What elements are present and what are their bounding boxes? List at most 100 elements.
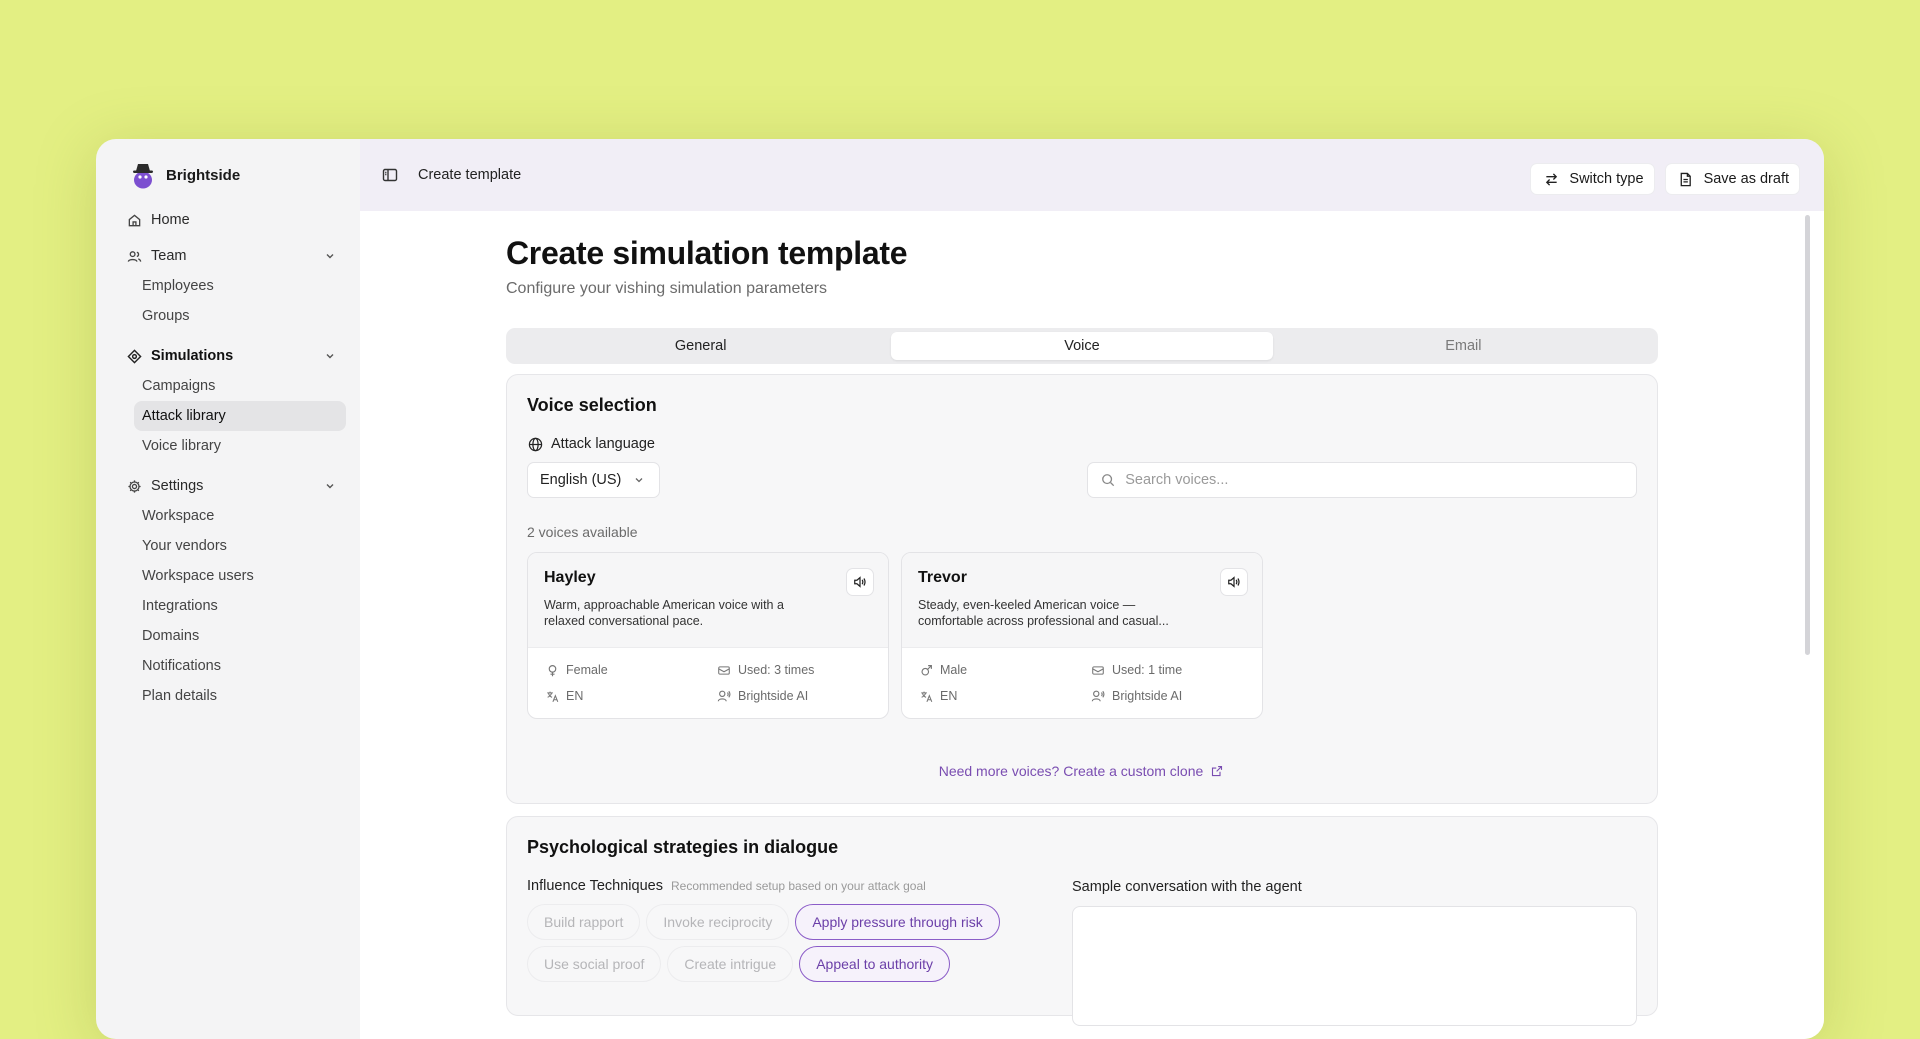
strategies-title: Psychological strategies in dialogue <box>527 837 839 857</box>
sidebar-item-groups[interactable]: Groups <box>134 301 346 331</box>
app-window: Brightside Home Team Employees Groups Si… <box>96 139 1824 1039</box>
sidebar: Brightside Home Team Employees Groups Si… <box>96 139 360 1039</box>
attack-language-label: Attack language <box>527 436 1637 452</box>
breadcrumb: Create template <box>418 167 522 183</box>
sidebar-item-notifications[interactable]: Notifications <box>134 651 346 681</box>
voice-language: EN <box>918 688 1090 704</box>
top-bar: Create template Switch type Save as draf… <box>360 139 1824 211</box>
page-title: Create simulation template <box>506 235 908 271</box>
chevron-down-icon[interactable] <box>324 350 336 366</box>
sidebar-item-integrations[interactable]: Integrations <box>134 591 346 621</box>
user-voice-icon <box>716 688 732 704</box>
switch-type-label: Switch type <box>1569 171 1644 187</box>
voice-usage: Used: 3 times <box>716 662 872 678</box>
voice-description: Steady, even-keeled American voice — com… <box>918 598 1169 628</box>
swap-arrows-icon <box>1543 171 1559 187</box>
play-sample-button[interactable] <box>1220 568 1248 596</box>
chip-apply-pressure[interactable]: Apply pressure through risk <box>795 904 1000 940</box>
voice-gender: Male <box>918 662 1090 678</box>
page-subtitle: Configure your vishing simulation parame… <box>506 280 828 297</box>
sidebar-item-your-vendors[interactable]: Your vendors <box>134 531 346 561</box>
voice-usage: Used: 1 time <box>1090 662 1246 678</box>
sidebar-item-workspace-users[interactable]: Workspace users <box>134 561 346 591</box>
voice-selection-card: Voice selection Attack language English … <box>506 374 1658 804</box>
sidebar-toggle-icon[interactable] <box>382 167 398 183</box>
sidebar-item-settings[interactable]: Settings <box>110 471 346 501</box>
save-draft-button[interactable]: Save as draft <box>1664 163 1800 195</box>
sidebar-item-employees[interactable]: Employees <box>134 271 346 301</box>
tab-bar: General Voice Email <box>506 328 1658 364</box>
tab-voice[interactable]: Voice <box>891 332 1273 360</box>
sidebar-item-label: Team <box>151 248 187 264</box>
tab-general[interactable]: General <box>510 332 891 360</box>
user-voice-icon <box>1090 688 1106 704</box>
sidebar-item-campaigns[interactable]: Campaigns <box>134 371 346 401</box>
usage-icon <box>1090 662 1106 678</box>
voice-name: Hayley <box>544 569 596 586</box>
translate-icon <box>918 688 934 704</box>
sidebar-item-simulations[interactable]: Simulations <box>110 341 346 371</box>
sidebar-item-plan-details[interactable]: Plan details <box>134 681 346 711</box>
scrollbar[interactable] <box>1805 215 1810 655</box>
chevron-down-icon[interactable] <box>324 250 336 266</box>
users-icon <box>126 248 142 264</box>
chevron-down-icon <box>631 472 647 488</box>
voice-list: Hayley Warm, approachable American voice… <box>527 552 1637 719</box>
voice-description: Warm, approachable American voice with a… <box>544 598 784 628</box>
chip-build-rapport[interactable]: Build rapport <box>527 904 641 940</box>
voice-search[interactable] <box>1087 462 1637 498</box>
search-icon <box>1100 472 1115 488</box>
brand-logo-icon <box>130 161 156 189</box>
custom-clone-link[interactable]: Need more voices? Create a custom clone <box>527 763 1637 779</box>
save-draft-label: Save as draft <box>1703 171 1789 187</box>
sidebar-item-label: Simulations <box>151 348 234 364</box>
language-select[interactable]: English (US) <box>527 462 661 498</box>
voice-source: Brightside AI <box>716 688 872 704</box>
tab-email[interactable]: Email <box>1273 332 1654 360</box>
sidebar-item-label: Home <box>151 212 190 228</box>
voice-gender: Female <box>544 662 716 678</box>
document-icon <box>1678 171 1694 187</box>
sidebar-item-voice-library[interactable]: Voice library <box>134 431 346 461</box>
sidebar-item-attack-library[interactable]: Attack library <box>134 401 346 431</box>
language-value: English (US) <box>540 472 622 488</box>
sidebar-item-workspace[interactable]: Workspace <box>134 501 346 531</box>
home-icon <box>126 212 142 228</box>
chip-invoke-reciprocity[interactable]: Invoke reciprocity <box>646 904 790 940</box>
female-icon <box>544 662 560 678</box>
chip-social-proof[interactable]: Use social proof <box>527 946 662 982</box>
voice-selection-title: Voice selection <box>527 395 657 415</box>
target-icon <box>126 348 142 364</box>
search-input[interactable] <box>1125 472 1624 488</box>
sidebar-nav: Home Team Employees Groups Simulations C… <box>110 205 346 711</box>
sidebar-item-team[interactable]: Team <box>110 241 346 271</box>
chip-appeal-authority[interactable]: Appeal to authority <box>799 946 950 982</box>
translate-icon <box>544 688 560 704</box>
techniques-hint: Recommended setup based on your attack g… <box>670 879 926 893</box>
technique-chips: Build rapport Invoke reciprocity Apply p… <box>527 904 1047 982</box>
chip-create-intrigue[interactable]: Create intrigue <box>667 946 794 982</box>
brand-name: Brightside <box>166 166 241 184</box>
voice-card-hayley[interactable]: Hayley Warm, approachable American voice… <box>527 552 889 719</box>
switch-type-button[interactable]: Switch type <box>1530 163 1655 195</box>
voice-card-trevor[interactable]: Trevor Steady, even-keeled American voic… <box>901 552 1263 719</box>
voice-name: Trevor <box>918 569 967 586</box>
usage-icon <box>716 662 732 678</box>
techniques-label: Influence Techniques <box>527 878 663 894</box>
voices-count: 2 voices available <box>527 524 638 540</box>
brand[interactable]: Brightside <box>110 159 346 191</box>
chevron-down-icon[interactable] <box>324 480 336 496</box>
main-content: Create simulation template Configure you… <box>360 211 1824 1039</box>
sample-conversation-box[interactable] <box>1072 906 1637 1026</box>
sidebar-item-home[interactable]: Home <box>110 205 346 235</box>
speaker-icon <box>852 574 868 590</box>
voice-language: EN <box>544 688 716 704</box>
gear-icon <box>126 478 142 494</box>
voice-source: Brightside AI <box>1090 688 1246 704</box>
speaker-icon <box>1226 574 1242 590</box>
play-sample-button[interactable] <box>846 568 874 596</box>
sidebar-item-label: Settings <box>151 478 204 494</box>
external-link-icon <box>1209 763 1225 779</box>
strategies-card: Psychological strategies in dialogue Inf… <box>506 816 1658 1026</box>
sidebar-item-domains[interactable]: Domains <box>134 621 346 651</box>
